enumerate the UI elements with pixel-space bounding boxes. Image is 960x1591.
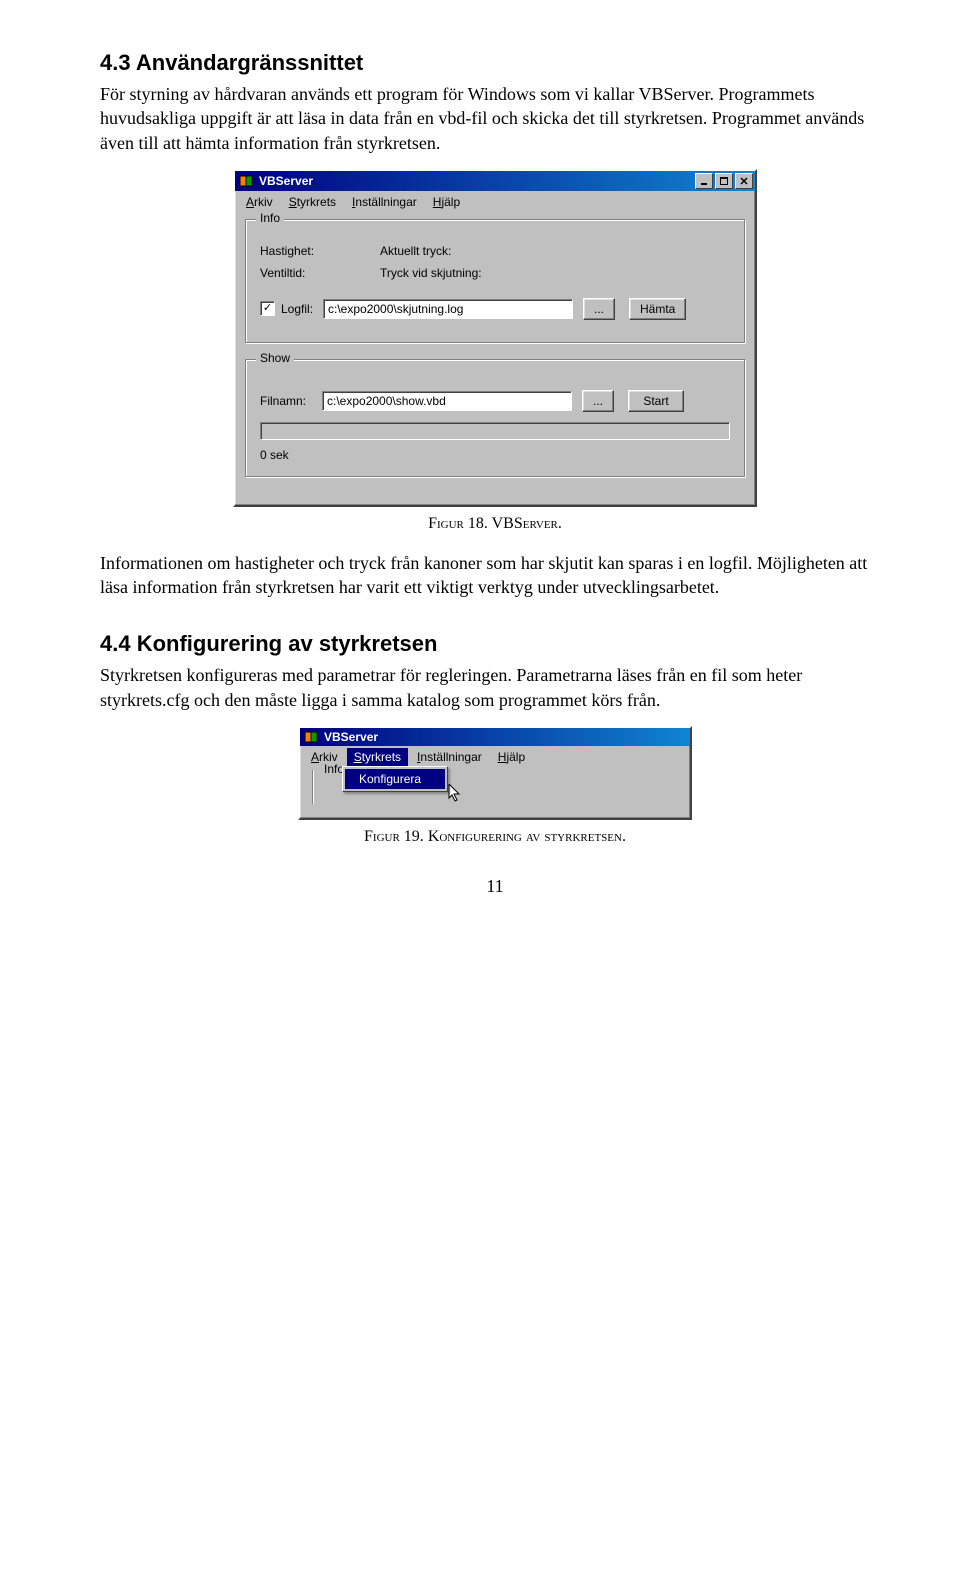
section-4-3-heading: 4.3 Användargränssnittet	[100, 50, 890, 76]
page-number: 11	[100, 876, 890, 897]
ventiltid-label: Ventiltid:	[260, 266, 380, 280]
filnamn-input[interactable]: c:\expo2000\show.vbd	[322, 391, 572, 411]
close-button[interactable]	[735, 173, 753, 189]
logfil-browse-button[interactable]: ...	[583, 298, 615, 320]
figure-19-caption: Figur 19. Konfigurering av styrkretsen.	[100, 828, 890, 846]
menu-installningar[interactable]: Inställningar	[410, 748, 489, 766]
styrkrets-dropdown: Konfigurera	[342, 766, 448, 792]
app-icon	[239, 174, 255, 188]
hamta-button[interactable]: Hämta	[629, 298, 686, 320]
info-legend: Info	[256, 211, 284, 225]
info-groupbox: Info Hastighet: Aktuellt tryck: Ventilti…	[245, 219, 745, 343]
filnamn-browse-button[interactable]: ...	[582, 390, 614, 412]
app-icon	[304, 730, 320, 744]
section-4-3-paragraph: För styrning av hårdvaran används ett pr…	[100, 82, 890, 155]
titlebar[interactable]: VBServer	[235, 171, 755, 191]
section-4-4-heading: 4.4 Konfigurering av styrkretsen	[100, 631, 890, 657]
menu-hjalp[interactable]: Hjälp	[426, 193, 467, 211]
window-title: VBServer	[324, 730, 688, 744]
show-legend: Show	[256, 351, 294, 365]
logfil-checkbox[interactable]: ✓	[260, 301, 275, 316]
titlebar[interactable]: VBServer	[300, 728, 690, 746]
show-groupbox: Show Filnamn: c:\expo2000\show.vbd ... S…	[245, 359, 745, 477]
progress-label: 0 sek	[260, 448, 289, 462]
after-figure-18-paragraph: Informationen om hastigheter och tryck f…	[100, 551, 890, 600]
menu-installningar[interactable]: Inställningar	[345, 193, 424, 211]
logfil-input[interactable]: c:\expo2000\skjutning.log	[323, 299, 573, 319]
menu-styrkrets[interactable]: Styrkrets	[282, 193, 343, 211]
menu-hjalp[interactable]: Hjälp	[491, 748, 532, 766]
menu-styrkrets[interactable]: Styrkrets	[347, 748, 408, 766]
figure-18-caption: Figur 18. VBServer.	[100, 515, 890, 533]
konfigurera-menu-item[interactable]: Konfigurera	[345, 769, 445, 789]
tryck-vid-skjutning-label: Tryck vid skjutning:	[380, 266, 560, 280]
menubar: Arkiv Styrkrets Inställningar Hjälp	[300, 746, 690, 768]
menubar: Arkiv Styrkrets Inställningar Hjälp	[235, 191, 755, 213]
aktuellt-tryck-label: Aktuellt tryck:	[380, 244, 560, 258]
maximize-button[interactable]	[715, 173, 733, 189]
window-title: VBServer	[259, 174, 695, 188]
minimize-button[interactable]	[695, 173, 713, 189]
filnamn-label: Filnamn:	[260, 394, 322, 408]
vbserver-menu-window: VBServer Arkiv Styrkrets Inställningar H…	[298, 726, 692, 820]
vbserver-window: VBServer Arkiv Styrkrets Inställningar H…	[233, 169, 757, 507]
logfil-label: Logfil:	[281, 302, 323, 316]
menu-arkiv[interactable]: Arkiv	[239, 193, 280, 211]
start-button[interactable]: Start	[628, 390, 684, 412]
hastighet-label: Hastighet:	[260, 244, 380, 258]
progress-bar	[260, 422, 730, 440]
section-4-4-paragraph: Styrkretsen konfigureras med parametrar …	[100, 663, 890, 712]
